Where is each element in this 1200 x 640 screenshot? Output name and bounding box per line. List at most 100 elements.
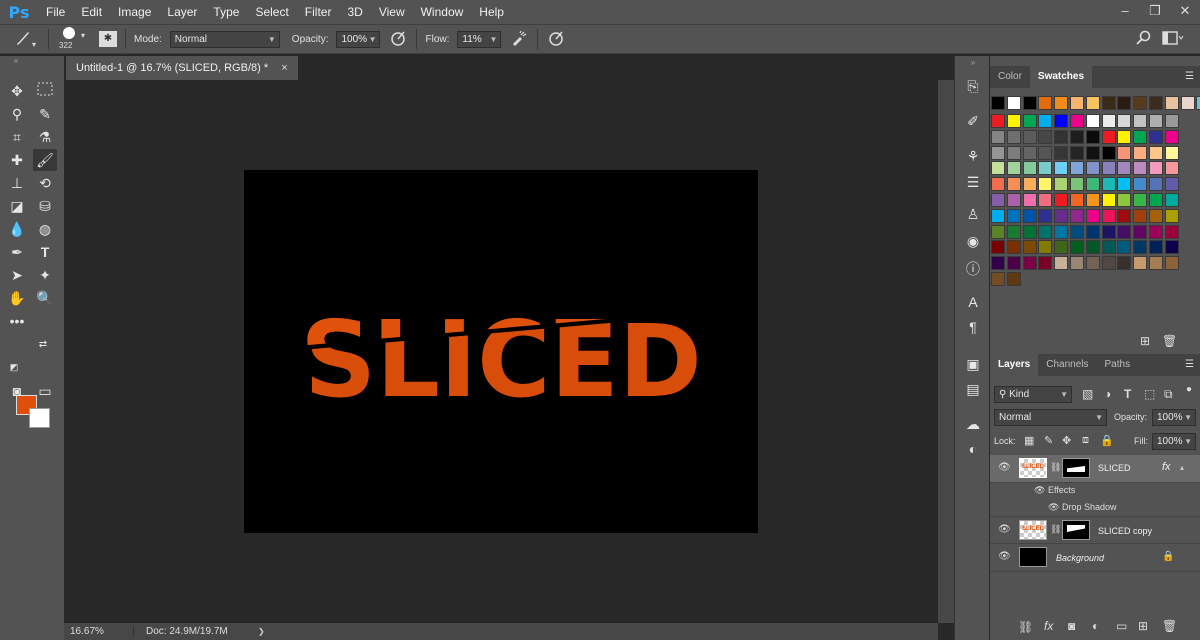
menu-file[interactable]: File xyxy=(38,0,73,24)
color-swatch[interactable] xyxy=(1054,145,1069,160)
color-swatch[interactable] xyxy=(1006,145,1021,160)
color-swatch[interactable] xyxy=(1164,177,1179,192)
close-button[interactable]: ✕ xyxy=(1170,0,1200,24)
menu-image[interactable]: Image xyxy=(110,0,159,24)
color-swatch[interactable] xyxy=(1022,129,1037,144)
brush-tool-icon[interactable]: 🖌 xyxy=(33,149,57,171)
color-swatch[interactable] xyxy=(1149,145,1163,160)
color-swatch[interactable] xyxy=(1149,161,1163,176)
color-swatch[interactable] xyxy=(1054,224,1069,239)
color-swatch[interactable] xyxy=(1054,114,1069,128)
color-swatch[interactable] xyxy=(1006,240,1021,255)
flow-dropdown[interactable]: 11% ▼ xyxy=(457,30,502,48)
color-swatch[interactable] xyxy=(1117,177,1132,192)
color-swatch[interactable] xyxy=(1101,145,1116,160)
type-tool-icon[interactable]: T xyxy=(33,241,57,263)
add-mask-icon[interactable]: ◙ xyxy=(1068,619,1075,633)
color-swatch[interactable] xyxy=(991,161,1005,176)
color-swatch[interactable] xyxy=(1133,224,1148,239)
layer-row-sliced-copy[interactable]: 👁 SLICED ⛓ SLICED copy xyxy=(990,516,1200,544)
eyedropper-tool-icon[interactable]: ⚗ xyxy=(33,126,57,148)
brush-size-picker[interactable]: 322 ▾ xyxy=(57,25,91,53)
color-swatch[interactable] xyxy=(1054,256,1069,271)
lock-all-icon[interactable]: 🔒 xyxy=(1100,434,1114,447)
blend-mode-dropdown[interactable]: Normal ▼ xyxy=(994,409,1107,426)
pressure-opacity-icon[interactable] xyxy=(388,30,408,49)
color-swatch[interactable] xyxy=(1164,96,1179,110)
visibility-eye-icon[interactable]: 👁 xyxy=(1034,485,1048,495)
color-swatch[interactable] xyxy=(1101,177,1116,192)
color-swatch[interactable] xyxy=(1133,256,1148,271)
color-swatch[interactable] xyxy=(1196,96,1200,110)
color-swatch[interactable] xyxy=(1149,193,1163,207)
collapse-toolbar-icon[interactable]: « xyxy=(4,56,28,66)
lasso-tool-icon[interactable]: ⚲ xyxy=(5,103,29,125)
color-swatch[interactable] xyxy=(1085,208,1100,223)
visibility-eye-icon[interactable]: 👁 xyxy=(1048,502,1062,512)
lock-transparency-icon[interactable]: ▦ xyxy=(1024,434,1034,447)
color-swatch[interactable] xyxy=(1006,161,1021,176)
properties-panel-icon[interactable]: ▣ xyxy=(964,356,982,374)
color-swatch[interactable] xyxy=(991,129,1005,144)
swap-colors-icon[interactable]: ⇄ xyxy=(36,334,50,356)
search-icon[interactable] xyxy=(1136,30,1152,49)
color-swatch[interactable] xyxy=(991,96,1005,110)
color-swatch[interactable] xyxy=(1085,177,1100,192)
color-swatch[interactable] xyxy=(1054,193,1069,207)
color-swatch[interactable] xyxy=(1117,96,1132,110)
brush-tool-preset-icon[interactable]: ▾ xyxy=(10,29,40,50)
visibility-eye-icon[interactable]: 👁 xyxy=(998,462,1011,473)
link-layers-icon[interactable]: ⛓ xyxy=(1018,620,1033,634)
new-swatch-icon[interactable]: ⊞ xyxy=(1140,334,1150,348)
color-swatch[interactable] xyxy=(1117,208,1132,223)
color-swatch[interactable] xyxy=(1117,193,1132,207)
color-swatch[interactable] xyxy=(1054,208,1069,223)
collapse-dock-icon[interactable]: » xyxy=(964,58,982,76)
chevron-up-icon[interactable]: ▴ xyxy=(1180,463,1184,472)
layer-row-sliced[interactable]: 👁 SLICED ⛓ SLICED fx ▴ xyxy=(990,455,1200,483)
color-swatch[interactable] xyxy=(1054,161,1069,176)
eraser-tool-icon[interactable]: ◪ xyxy=(5,195,29,217)
color-swatch[interactable] xyxy=(1133,208,1148,223)
color-swatch[interactable] xyxy=(991,208,1005,223)
history-brush-tool-icon[interactable]: ⟲ xyxy=(33,172,57,194)
healing-brush-tool-icon[interactable]: ✚ xyxy=(5,149,29,171)
clone-source-panel-icon[interactable]: ⚘ xyxy=(964,148,982,166)
filter-adjustment-icon[interactable]: ◑ xyxy=(1104,387,1111,401)
screen-mode-icon[interactable]: ▭ xyxy=(33,380,57,402)
color-swatch[interactable] xyxy=(1022,96,1037,110)
crop-tool-icon[interactable]: ⌗ xyxy=(5,126,29,148)
color-swatch[interactable] xyxy=(1117,240,1132,255)
color-swatch[interactable] xyxy=(1085,96,1100,110)
color-swatch[interactable] xyxy=(1101,224,1116,239)
color-swatch[interactable] xyxy=(1038,224,1053,239)
new-layer-icon[interactable]: ⊞ xyxy=(1138,619,1148,633)
color-panel-icon[interactable]: ◉ xyxy=(964,233,982,251)
menu-window[interactable]: Window xyxy=(413,0,472,24)
color-swatch[interactable] xyxy=(1164,208,1179,223)
menu-view[interactable]: View xyxy=(371,0,413,24)
color-swatch[interactable] xyxy=(1038,240,1053,255)
filter-type-icon[interactable]: T xyxy=(1124,387,1131,401)
color-swatch[interactable] xyxy=(1133,161,1148,176)
color-swatch[interactable] xyxy=(1085,145,1100,160)
color-swatch[interactable] xyxy=(1006,224,1021,239)
layer-row-background[interactable]: 👁 Background 🔒 xyxy=(990,544,1200,572)
color-swatch[interactable] xyxy=(1117,161,1132,176)
tab-color[interactable]: Color xyxy=(990,66,1030,88)
color-swatch[interactable] xyxy=(1070,114,1084,128)
document-tab[interactable]: Untitled-1 @ 16.7% (SLICED, RGB/8) * × xyxy=(66,56,298,80)
color-swatch[interactable] xyxy=(1164,240,1179,255)
color-swatch[interactable] xyxy=(1038,145,1053,160)
color-swatch[interactable] xyxy=(1117,224,1132,239)
color-swatch[interactable] xyxy=(1101,193,1116,207)
color-swatch[interactable] xyxy=(1164,161,1179,176)
color-swatch[interactable] xyxy=(1085,161,1100,176)
color-swatch[interactable] xyxy=(1022,208,1037,223)
tab-paths[interactable]: Paths xyxy=(1097,354,1139,376)
pen-tool-icon[interactable]: ✒ xyxy=(5,241,29,263)
new-group-icon[interactable]: ▭ xyxy=(1116,619,1127,633)
color-swatch[interactable] xyxy=(1149,129,1163,144)
color-swatch[interactable] xyxy=(1164,114,1179,128)
new-adjustment-layer-icon[interactable]: ◐ xyxy=(1092,619,1099,633)
